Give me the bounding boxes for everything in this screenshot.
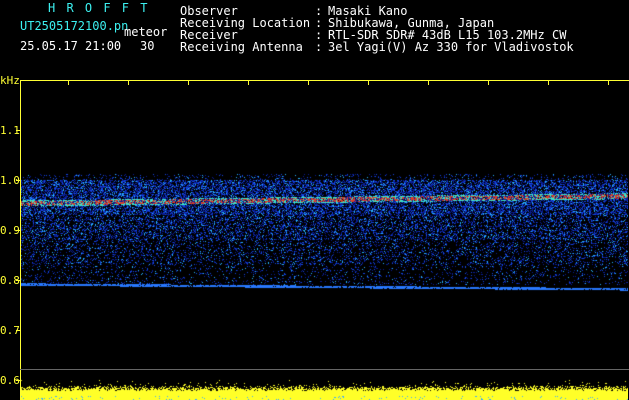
x-tick-mark [548,80,549,85]
y-tick-mark [16,230,21,231]
y-tick-mark [16,330,21,331]
y-tick-mark [16,130,21,131]
x-tick-mark [308,80,309,85]
axis-frame [20,80,629,400]
x-tick-mark [608,80,609,85]
x-tick-mark [368,80,369,85]
x-tick-mark [188,80,189,85]
x-tick-mark [428,80,429,85]
x-tick-mark [68,80,69,85]
y-tick-mark [16,380,21,381]
x-tick-mark [248,80,249,85]
x-tick-mark [488,80,489,85]
y-tick-mark [16,180,21,181]
x-tick-mark [128,80,129,85]
y-tick-mark [16,280,21,281]
